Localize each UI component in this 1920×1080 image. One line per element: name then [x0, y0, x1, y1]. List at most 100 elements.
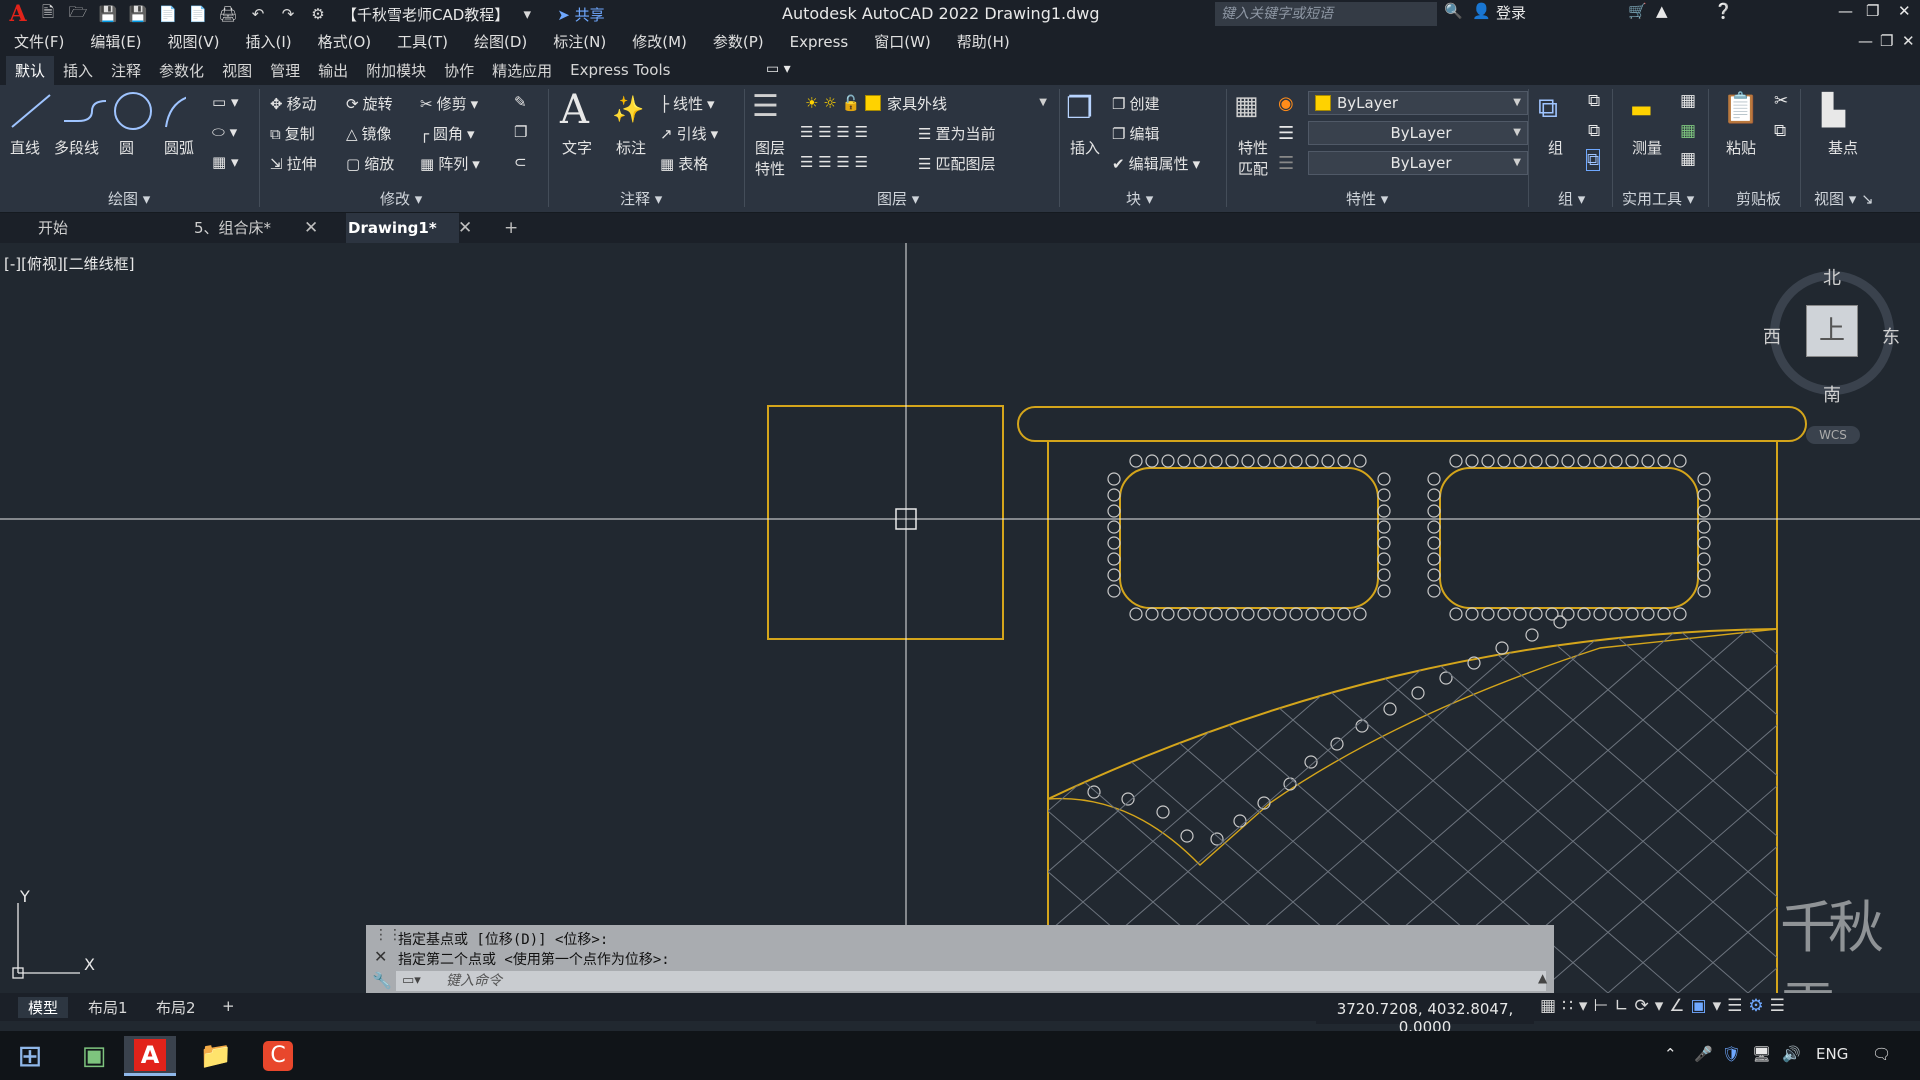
menu-format[interactable]: 格式(O)	[318, 31, 372, 52]
search-input[interactable]: 键入关键字或短语	[1215, 2, 1437, 26]
lineweight-dropdown[interactable]: ByLayer ▼	[1308, 151, 1528, 175]
tab-featured-apps[interactable]: 精选应用	[483, 56, 561, 85]
ungroup-icon[interactable]: ⧉	[1588, 91, 1600, 111]
pillow-left[interactable]	[1119, 467, 1379, 609]
layers-panel-title[interactable]: 图层 ▾	[877, 188, 919, 209]
command-prompt-icon[interactable]: ▭▾	[402, 973, 421, 988]
wcs-menu[interactable]: WCS	[1806, 426, 1860, 444]
edit-attributes-button[interactable]: ✔ 编辑属性 ▾	[1112, 153, 1200, 174]
base-point-button[interactable]: 基点	[1828, 137, 1858, 158]
autodesk-account-icon[interactable]: ▲	[1656, 2, 1668, 20]
menu-dimension[interactable]: 标注(N)	[553, 31, 606, 52]
paste-button[interactable]: 粘贴	[1726, 137, 1756, 158]
compass-north[interactable]: 北	[1823, 264, 1841, 290]
infer-icon[interactable]: ⊢	[1593, 996, 1608, 1022]
linear-button[interactable]: ├ 线性 ▾	[660, 93, 715, 114]
viewcube-top-face[interactable]: 上	[1806, 305, 1858, 357]
close-command-icon[interactable]: ✕	[374, 947, 387, 966]
menu-window[interactable]: 窗口(W)	[874, 31, 931, 52]
tab-start[interactable]: 开始	[38, 213, 68, 243]
minimize-icon[interactable]: —	[1838, 2, 1853, 20]
mirror-button[interactable]: △ 镜像	[346, 123, 392, 144]
chevron-down-icon[interactable]: ▾	[1655, 996, 1664, 1022]
coordinate-readout[interactable]: 3720.7208, 4032.8047, 0.0000	[1316, 1000, 1534, 1036]
cut-icon[interactable]: ✂	[1774, 91, 1788, 111]
volume-icon[interactable]: 🔊	[1782, 1045, 1801, 1063]
share-button[interactable]: ➤ 共享	[557, 4, 604, 25]
blanket-edge[interactable]	[1047, 628, 1778, 800]
ribbon-toggle-icon[interactable]: ▭ ▾	[766, 61, 791, 77]
customize-menu-icon[interactable]: ☰	[1770, 996, 1785, 1022]
command-input[interactable]: 键入命令	[396, 971, 1546, 991]
snap-icon[interactable]: ∷	[1562, 996, 1573, 1022]
draw-panel-title[interactable]: 绘图 ▾	[108, 188, 150, 209]
menu-tools[interactable]: 工具(T)	[397, 31, 448, 52]
scale-button[interactable]: ▢ 缩放	[346, 153, 394, 174]
block-panel-title[interactable]: 块 ▾	[1126, 188, 1153, 209]
chevron-down-icon[interactable]: ▾	[1579, 996, 1588, 1022]
leader-button[interactable]: ↗ 引线 ▾	[660, 123, 718, 144]
create-block-button[interactable]: ❐ 创建	[1112, 93, 1159, 114]
line-button[interactable]: 直线	[10, 137, 40, 158]
compass-west[interactable]: 西	[1763, 323, 1781, 349]
workspace-selector[interactable]: 【千秋雪老师CAD教程】	[342, 4, 509, 25]
layer-dropdown[interactable]: ☀ ☼ 🔓 家具外线 ▼	[798, 91, 1054, 115]
security-shield-icon[interactable]: 🛡	[1722, 1045, 1741, 1063]
tab-layout1[interactable]: 布局1	[88, 997, 128, 1018]
undo-icon[interactable]: ↶	[246, 3, 270, 25]
tab-addins[interactable]: 附加模块	[357, 56, 435, 85]
help-icon[interactable]: ❔	[1714, 2, 1733, 20]
tab-collaborate[interactable]: 协作	[435, 56, 483, 85]
group-edit-icon[interactable]: ⧉	[1588, 121, 1600, 141]
tab-insert[interactable]: 插入	[54, 56, 102, 85]
doc-close-icon[interactable]: ✕	[1902, 32, 1915, 50]
insert-button[interactable]: 插入	[1070, 137, 1100, 158]
explode-icon[interactable]: ❐	[514, 123, 527, 141]
menu-view[interactable]: 视图(V)	[168, 31, 220, 52]
tab-default[interactable]: 默认	[6, 55, 55, 85]
add-layout-icon[interactable]: +	[222, 997, 235, 1015]
set-current-button[interactable]: ☰ 置为当前	[918, 123, 995, 144]
windows-start-icon[interactable]: ⊞	[4, 1036, 56, 1076]
history-up-icon[interactable]: ▲	[1538, 971, 1547, 985]
chevron-down-icon[interactable]: ▾	[515, 3, 539, 25]
network-icon[interactable]: 🖥	[1752, 1045, 1771, 1063]
tab-express-tools[interactable]: Express Tools	[561, 57, 679, 83]
calculator-icon[interactable]: ▦	[1680, 149, 1696, 169]
cart-icon[interactable]: 🛒	[1628, 2, 1647, 20]
match-properties-label-2[interactable]: 匹配	[1238, 158, 1268, 179]
quick-select-icon[interactable]: ▦	[1680, 91, 1696, 111]
polar-icon[interactable]: ⟳	[1635, 996, 1649, 1022]
tab-layout2[interactable]: 布局2	[156, 997, 196, 1018]
save-as-icon[interactable]: 💾	[126, 3, 150, 25]
fillet-button[interactable]: ┌ 圆角 ▾	[420, 123, 475, 144]
group-panel-title[interactable]: 组 ▾	[1558, 188, 1585, 209]
close-icon[interactable]: ✕	[1898, 2, 1911, 20]
new-tab-icon[interactable]: +	[504, 213, 518, 243]
menu-parametric[interactable]: 参数(P)	[713, 31, 764, 52]
menu-file[interactable]: 文件(F)	[14, 31, 64, 52]
tray-chevron-up-icon[interactable]: ⌃	[1664, 1045, 1677, 1063]
rotate-button[interactable]: ⟳ 旋转	[346, 93, 393, 114]
properties-panel-title[interactable]: 特性 ▾	[1346, 188, 1388, 209]
close-tab-icon[interactable]: ✕	[458, 213, 472, 243]
doc-minimize-icon[interactable]: —	[1858, 32, 1873, 50]
menu-draw[interactable]: 绘图(D)	[474, 31, 527, 52]
lineweight-status-icon[interactable]: ☰	[1727, 996, 1742, 1022]
offset-icon[interactable]: ⊂	[514, 153, 527, 171]
tab-drawing1[interactable]: Drawing1*	[346, 213, 459, 243]
search-icon[interactable]: 🔍	[1444, 2, 1463, 20]
color-dropdown[interactable]: ByLayer ▼	[1308, 91, 1528, 115]
menu-express[interactable]: Express	[790, 33, 849, 51]
headboard[interactable]	[1017, 406, 1807, 442]
copy-button[interactable]: ⧉ 复制	[270, 123, 315, 144]
print-icon[interactable]: 🖨	[216, 3, 240, 25]
blanket-fold[interactable]	[1047, 628, 1778, 866]
layer-tool-icons-row1[interactable]: ☰ ☰ ☰ ☰	[800, 123, 868, 141]
arc-button[interactable]: 圆弧	[164, 137, 194, 158]
export-icon[interactable]: 📄	[186, 3, 210, 25]
autocad-logo-icon[interactable]: A	[6, 1, 30, 27]
ellipse-icon[interactable]: ⬭ ▾	[212, 123, 237, 141]
publish-icon[interactable]: 📄	[156, 3, 180, 25]
grid-icon[interactable]: ▦	[1540, 996, 1556, 1022]
